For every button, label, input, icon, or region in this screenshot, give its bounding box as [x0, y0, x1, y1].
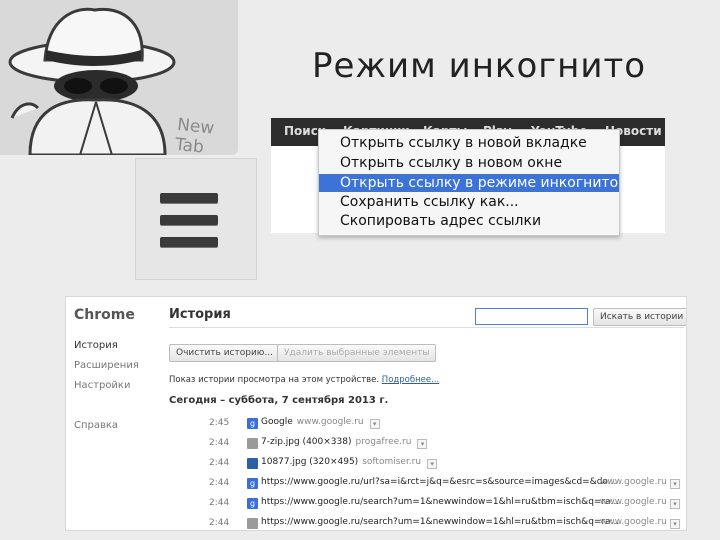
context-menu: Открыть ссылку в новой вкладке Открыть с…: [318, 129, 620, 236]
row-domain: www.google.ru: [296, 417, 364, 427]
divider: [169, 327, 684, 328]
remove-selected-button[interactable]: Удалить выбранные элементы: [277, 344, 437, 362]
file-icon: [247, 518, 258, 529]
sidebar-item-history[interactable]: История: [74, 340, 118, 351]
row-title-link[interactable]: 10877.jpg (320×495) softomiser.ru: [261, 457, 421, 467]
history-row[interactable]: 2:45 g Google www.google.ru ▾: [66, 415, 686, 435]
history-row[interactable]: 2:44 10877.jpg (320×495) softomiser.ru ▾: [66, 455, 686, 475]
file-icon: [247, 438, 258, 449]
row-title-link[interactable]: https://www.google.ru/search?um=1&newwin…: [261, 517, 619, 527]
row-time: 2:45: [209, 418, 230, 428]
sidebar-item-settings[interactable]: Настройки: [74, 380, 130, 391]
google-favicon: g: [247, 498, 258, 509]
menu-open-incognito[interactable]: Открыть ссылку в режиме инкогнито: [319, 174, 619, 192]
row-time: 2:44: [209, 438, 230, 448]
menu-open-new-window[interactable]: Открыть ссылку в новом окне: [319, 154, 619, 172]
learn-more-link[interactable]: Подробнее...: [382, 375, 439, 385]
row-time: 2:44: [209, 498, 230, 508]
row-menu-dropdown-icon[interactable]: ▾: [369, 419, 380, 429]
history-row[interactable]: 2:44 https://www.google.ru/search?um=1&ne…: [66, 515, 686, 530]
image-favicon: [247, 458, 258, 469]
row-time: 2:44: [209, 458, 230, 468]
chrome-history-page: Chrome История Расширения Настройки Спра…: [65, 296, 687, 531]
row-domain: progafree.ru: [355, 437, 412, 447]
row-time: 2:44: [209, 518, 230, 528]
chrome-brand: Chrome: [74, 307, 135, 323]
new-tab-label: New Tab: [174, 114, 216, 155]
menu-bar-icon: [160, 237, 218, 247]
google-favicon: g: [247, 418, 258, 429]
row-title-link[interactable]: https://www.google.ru/search?um=1&newwin…: [261, 497, 619, 507]
menu-open-new-tab[interactable]: Открыть ссылку в новой вкладке: [319, 134, 619, 152]
history-note: Показ истории просмотра на этом устройст…: [169, 375, 439, 385]
row-menu-dropdown-icon[interactable]: ▾: [670, 499, 680, 509]
history-search-input[interactable]: [475, 308, 588, 325]
row-title-link[interactable]: 7-zip.jpg (400×338) progafree.ru: [261, 437, 411, 447]
menu-bar-icon: [160, 215, 218, 225]
search-history-button[interactable]: Искать в истории: [593, 308, 686, 326]
page-title: История: [169, 307, 231, 322]
row-title-link[interactable]: https://www.google.ru/url?sa=i&rct=j&q=&…: [261, 477, 616, 487]
history-row[interactable]: 2:44 g https://www.google.ru/url?sa=i&rct=…: [66, 475, 686, 495]
menu-save-link-as[interactable]: Сохранить ссылку как...: [319, 193, 619, 211]
row-time: 2:44: [209, 478, 230, 488]
row-menu-dropdown-icon[interactable]: ▾: [670, 479, 680, 489]
date-heading: Сегодня – суббота, 7 сентября 2013 г.: [169, 395, 389, 406]
row-domain: softomiser.ru: [362, 457, 422, 467]
menu-copy-link-address[interactable]: Скопировать адрес ссылки: [319, 212, 619, 230]
note-text: Показ истории просмотра на этом устройст…: [169, 375, 380, 385]
row-title-link[interactable]: Google www.google.ru: [261, 417, 364, 427]
row-menu-dropdown-icon[interactable]: ▾: [427, 459, 438, 469]
row-domain: www.google.ru: [600, 477, 667, 487]
row-domain: www.google.ru: [600, 497, 667, 507]
clear-history-button[interactable]: Очистить историю...: [169, 344, 280, 362]
google-favicon: g: [247, 478, 258, 489]
row-menu-dropdown-icon[interactable]: ▾: [417, 439, 428, 449]
slide-title: Режим инкогнито: [312, 46, 647, 86]
row-menu-dropdown-icon[interactable]: ▾: [670, 519, 680, 529]
menu-bar-icon: [160, 193, 218, 203]
incognito-tile: New Tab: [0, 0, 238, 155]
history-row[interactable]: 2:44 7-zip.jpg (400×338) progafree.ru ▾: [66, 435, 686, 455]
history-row[interactable]: 2:44 g https://www.google.ru/search?um=1&n…: [66, 495, 686, 515]
sidebar-item-extensions[interactable]: Расширения: [74, 360, 139, 371]
row-domain: www.google.ru: [600, 517, 667, 527]
chrome-menu-icon[interactable]: [135, 158, 257, 280]
